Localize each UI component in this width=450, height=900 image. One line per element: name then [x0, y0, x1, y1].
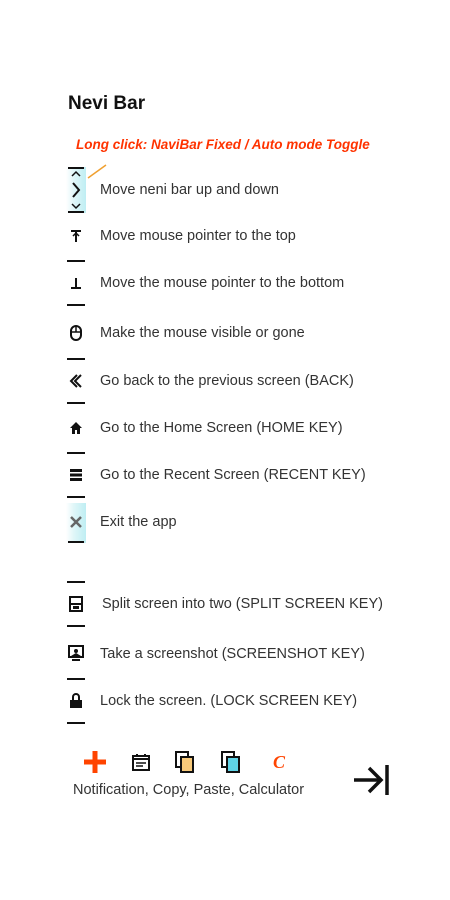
row-recent[interactable]: Go to the Recent Screen (RECENT KEY) — [66, 452, 446, 498]
row-exit[interactable]: Exit the app — [66, 503, 446, 543]
row-split-screen[interactable]: Split screen into two (SPLIT SCREEN KEY) — [66, 581, 446, 627]
long-click-hint: Long click: NaviBar Fixed / Auto mode To… — [76, 137, 370, 152]
page-title: Nevi Bar — [68, 93, 146, 114]
row-screenshot[interactable]: Take a screenshot (SCREENSHOT KEY) — [66, 639, 446, 669]
plus-icon[interactable] — [82, 748, 108, 776]
row-label: Move neni bar up and down — [100, 182, 279, 198]
row-label: Make the mouse visible or gone — [100, 325, 305, 341]
row-pointer-bottom[interactable]: Move the mouse pointer to the bottom — [66, 260, 446, 306]
move-up-down-icon[interactable] — [66, 167, 86, 213]
copy-icon[interactable] — [172, 748, 198, 776]
home-icon[interactable] — [66, 413, 86, 443]
row-home[interactable]: Go to the Home Screen (HOME KEY) — [66, 413, 446, 443]
lock-icon[interactable] — [66, 678, 86, 724]
pointer-top-icon[interactable] — [66, 221, 86, 251]
row-move-up-down[interactable]: Move neni bar up and down — [66, 167, 446, 213]
row-label: Move mouse pointer to the top — [100, 228, 296, 244]
toolbar-caption: Notification, Copy, Paste, Calculator — [73, 782, 305, 798]
row-label: Go to the Recent Screen (RECENT KEY) — [100, 467, 366, 483]
mouse-icon[interactable] — [66, 318, 86, 348]
row-label: Exit the app — [100, 514, 177, 530]
row-label: Go back to the previous screen (BACK) — [100, 373, 354, 389]
split-screen-icon[interactable] — [66, 581, 86, 627]
row-label: Take a screenshot (SCREENSHOT KEY) — [100, 646, 365, 662]
bottom-toolbar: C — [82, 748, 342, 778]
row-label: Move the mouse pointer to the bottom — [100, 275, 345, 291]
back-icon[interactable] — [66, 358, 86, 404]
screenshot-icon[interactable] — [66, 639, 86, 669]
row-label: Split screen into two (SPLIT SCREEN KEY) — [102, 596, 383, 612]
calculator-glyph: C — [272, 751, 285, 772]
row-lock[interactable]: Lock the screen. (LOCK SCREEN KEY) — [66, 678, 446, 724]
paste-icon[interactable] — [218, 748, 244, 776]
calculator-icon[interactable]: C — [266, 748, 292, 776]
row-label: Go to the Home Screen (HOME KEY) — [100, 420, 343, 436]
notification-icon[interactable] — [128, 748, 154, 776]
row-back[interactable]: Go back to the previous screen (BACK) — [66, 358, 446, 404]
row-mouse[interactable]: Make the mouse visible or gone — [66, 318, 446, 348]
recent-icon[interactable] — [66, 452, 86, 498]
row-label: Lock the screen. (LOCK SCREEN KEY) — [100, 693, 358, 709]
row-pointer-top[interactable]: Move mouse pointer to the top — [66, 221, 446, 251]
close-icon[interactable] — [66, 503, 86, 543]
pointer-bottom-icon[interactable] — [66, 260, 86, 306]
collapse-to-end-icon[interactable] — [352, 762, 392, 798]
